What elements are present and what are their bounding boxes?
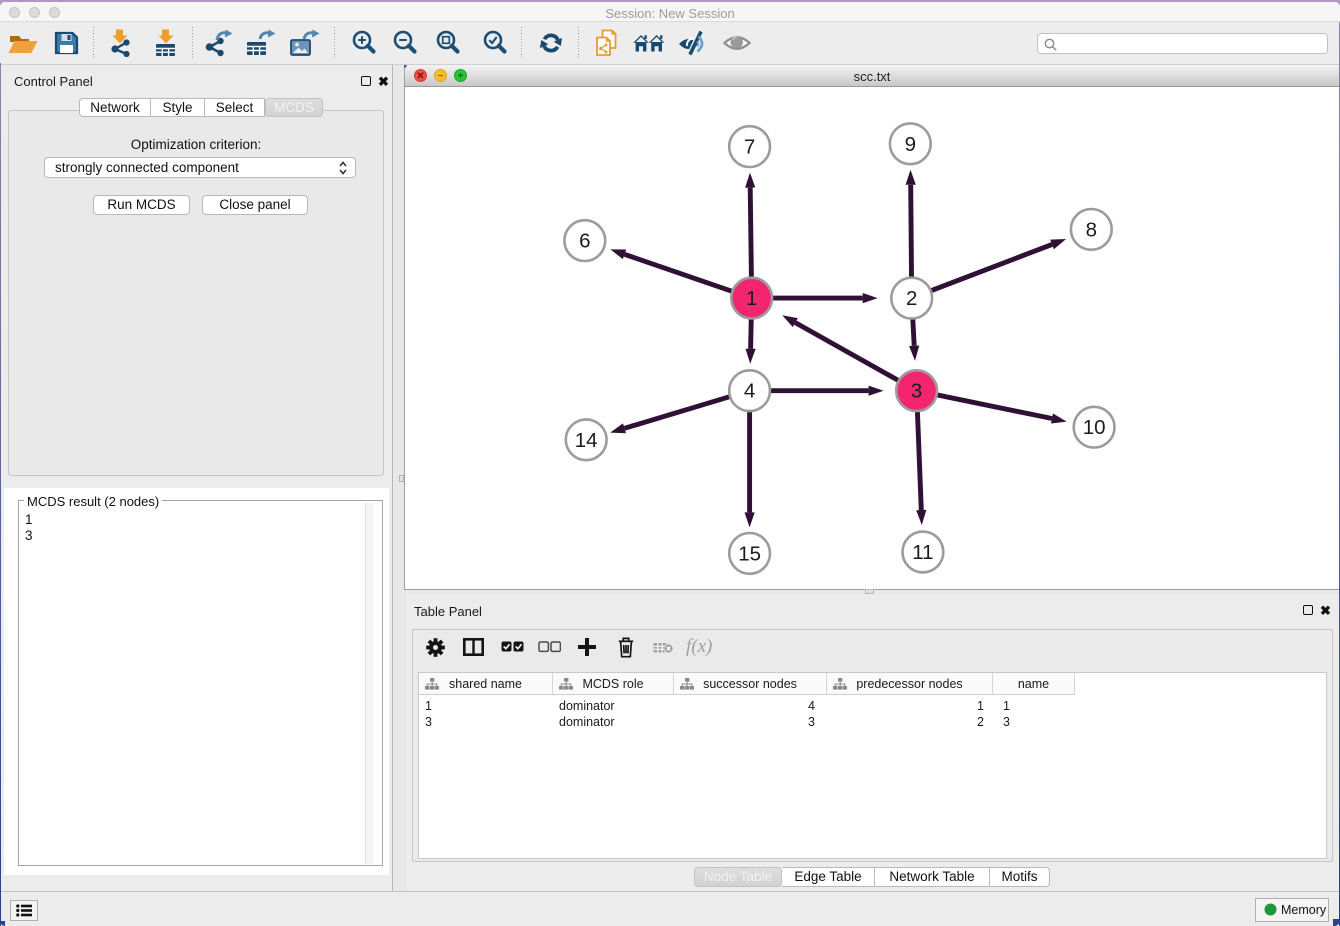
svg-text:15: 15 <box>738 542 761 565</box>
svg-text:4: 4 <box>744 380 755 403</box>
svg-text:7: 7 <box>744 136 755 159</box>
svg-text:2: 2 <box>906 287 917 310</box>
svg-text:9: 9 <box>905 133 916 156</box>
svg-text:14: 14 <box>575 429 598 452</box>
svg-text:6: 6 <box>579 230 590 253</box>
svg-text:10: 10 <box>1083 416 1106 439</box>
svg-text:11: 11 <box>912 541 933 564</box>
svg-text:1: 1 <box>746 287 757 310</box>
svg-text:3: 3 <box>911 380 922 403</box>
svg-text:8: 8 <box>1086 218 1097 241</box>
